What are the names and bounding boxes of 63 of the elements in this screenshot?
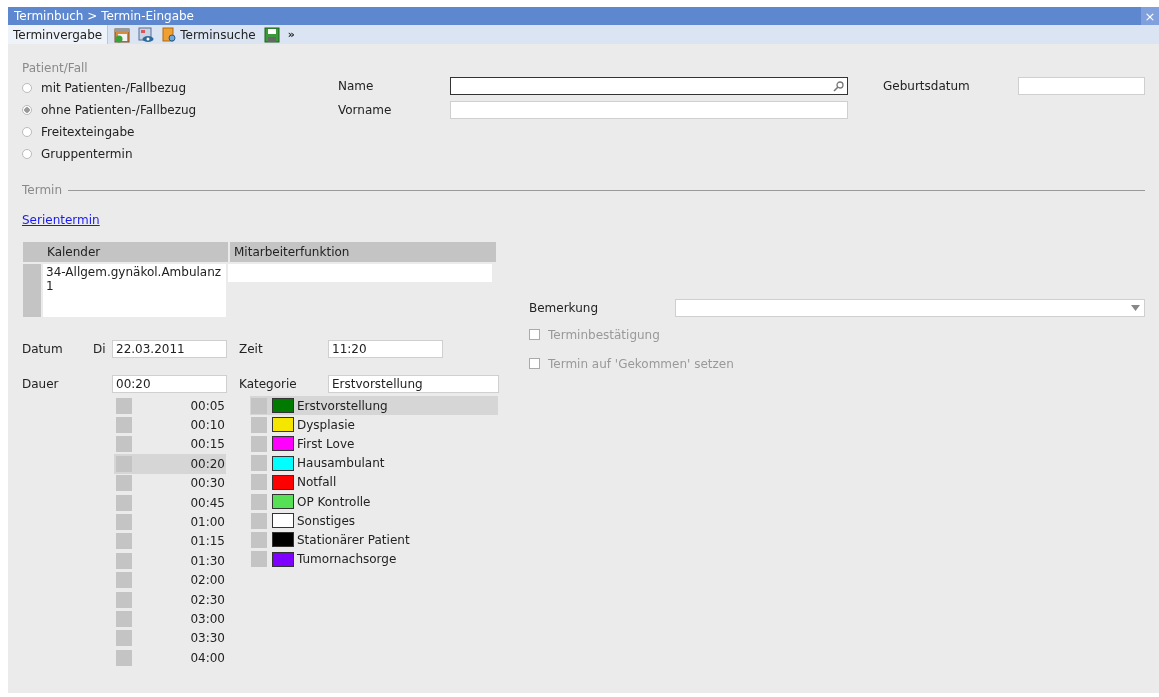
toolbar-button[interactable] [112,25,133,44]
radio-option[interactable]: Freitexteingabe [22,121,338,143]
window-title: Terminbuch > Termin-Eingabe [14,9,194,23]
duration-option[interactable]: 02:30 [114,589,226,610]
toolbar-button[interactable] [261,25,282,44]
name-field[interactable] [450,77,848,95]
category-option[interactable]: Tumornachsorge [250,549,498,569]
duration-option[interactable]: 02:00 [114,570,226,590]
section-label: Patient/Fall [22,61,89,75]
field-label: Bemerkung [529,301,600,315]
category-option[interactable]: Notfall [250,472,498,492]
radio-option[interactable]: mit Patienten-/Fallbezug [22,77,338,99]
duration-option[interactable]: 00:10 [114,415,226,435]
calendar-icon [114,26,131,43]
radio-option[interactable]: ohne Patienten-/Fallbezug [22,99,338,121]
search-appointment-button[interactable]: Terminsuche [160,25,258,44]
duration-field[interactable]: 00:20 [112,375,227,393]
time-field[interactable]: 11:20 [328,340,443,358]
duration-option[interactable]: 00:15 [114,434,226,455]
duration-option[interactable]: 00:05 [114,396,226,416]
field-label: Name [338,79,375,93]
duration-option[interactable]: 04:00 [114,648,226,668]
category-option[interactable]: OP Kontrolle [250,491,498,512]
duration-option[interactable]: 03:30 [114,628,226,649]
dropdown-arrow-icon [1131,305,1140,311]
category-option[interactable]: Dysplasie [250,415,498,435]
birthdate-field[interactable] [1018,77,1145,95]
duration-option[interactable]: 01:30 [114,551,226,571]
field-label: Kategorie [239,377,298,391]
column-header[interactable]: Mitarbeiterfunktion [230,242,496,262]
series-appointment-link[interactable]: Serientermin [22,213,100,227]
field-label: Vorname [338,103,393,117]
radio-option[interactable]: Gruppentermin [22,143,338,165]
category-option[interactable]: Sonstiges [250,511,498,531]
duration-option[interactable]: 00:20 [114,454,226,474]
duration-option[interactable]: 00:45 [114,492,226,513]
document-search-icon [162,26,178,43]
category-option[interactable]: First Love [250,434,498,454]
date-field[interactable]: 22.03.2011 [112,340,227,358]
category-field[interactable]: Erstvorstellung [328,375,499,393]
field-label: Dauer [22,377,60,391]
more-button[interactable]: » [285,25,297,44]
weekday-label: Di [93,342,107,356]
field-label: Zeit [239,342,264,356]
field-label: Datum [22,342,64,356]
category-option[interactable]: Hausambulant [250,453,498,473]
category-option[interactable]: Erstvorstellung [250,396,498,416]
duration-option[interactable]: 01:00 [114,512,226,532]
search-icon [833,80,844,92]
row-handle[interactable] [23,264,41,317]
column-header[interactable]: Kalender [43,242,228,262]
window-eye-icon [138,26,155,43]
table-corner [23,242,43,262]
field-label: Geburtsdatum [883,79,971,93]
save-icon [263,26,280,43]
duration-option[interactable]: 00:30 [114,473,226,493]
duration-option[interactable]: 01:15 [114,531,226,552]
first-name-field[interactable] [450,101,848,119]
table-cell: 34-Allgem.gynäkol.Ambulanz 1 [43,264,226,317]
duration-option[interactable]: 03:00 [114,609,226,629]
section-label: Termin [22,183,63,197]
category-option[interactable]: Stationärer Patient [250,530,498,550]
tab[interactable]: Terminvergabe [8,25,109,44]
